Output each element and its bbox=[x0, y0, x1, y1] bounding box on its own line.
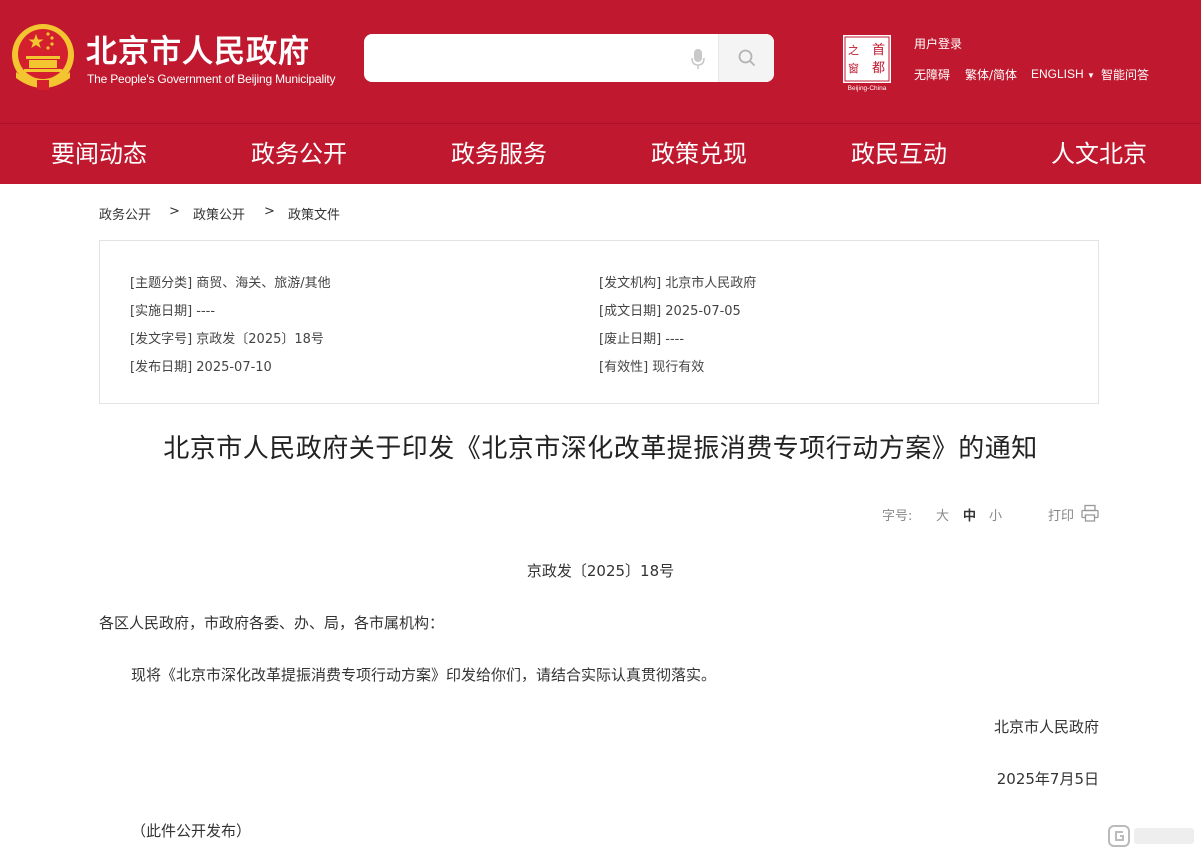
breadcrumb-separator: > bbox=[264, 204, 275, 219]
search-input[interactable] bbox=[374, 43, 674, 73]
font-size-label: 字号: bbox=[882, 509, 913, 524]
body-paragraph: 现将《北京市深化改革提振消费专项行动方案》印发给你们，请结合实际认真贯彻落实。 bbox=[131, 666, 717, 684]
english-label: ENGLISH bbox=[1031, 67, 1084, 81]
smart-qa-link[interactable]: 智能问答 bbox=[1101, 66, 1149, 83]
main-nav: 要闻动态 政务公开 政务服务 政策兑现 政民互动 人文北京 bbox=[0, 123, 1201, 184]
voice-search-button[interactable] bbox=[683, 46, 713, 72]
watermark-logo-icon bbox=[1108, 825, 1194, 847]
svg-text:都: 都 bbox=[872, 61, 885, 76]
svg-text:首: 首 bbox=[872, 43, 885, 58]
signature-date: 2025年7月5日 bbox=[996, 770, 1099, 788]
signature: 北京市人民政府 bbox=[993, 718, 1099, 736]
svg-text:之: 之 bbox=[848, 43, 859, 57]
document-title: 北京市人民政府关于印发《北京市深化改革提振消费专项行动方案》的通知 bbox=[163, 434, 1038, 464]
meta-doc-number: [发文字号] 京政发〔2025〕18号 bbox=[130, 332, 324, 347]
nav-item-policy-fulfillment[interactable]: 政策兑现 bbox=[651, 124, 747, 185]
meta-written-date: [成文日期] 2025-07-05 bbox=[599, 304, 741, 319]
nav-item-interaction[interactable]: 政民互动 bbox=[851, 124, 947, 185]
publication-note: （此件公开发布） bbox=[131, 822, 252, 840]
meta-validity: [有效性] 现行有效 bbox=[599, 360, 705, 375]
login-link[interactable]: 用户登录 bbox=[914, 35, 962, 52]
print-icon[interactable] bbox=[1081, 504, 1099, 522]
meta-publish-date: [发布日期] 2025-07-10 bbox=[130, 360, 272, 375]
font-size-large[interactable]: 大 bbox=[936, 505, 949, 524]
doc-number-line: 京政发〔2025〕18号 bbox=[526, 562, 675, 580]
breadcrumb-separator: > bbox=[169, 204, 180, 219]
meta-effective-date: [实施日期] ---- bbox=[130, 304, 216, 319]
breadcrumb-item[interactable]: 政策公开 bbox=[193, 204, 245, 223]
meta-expiry-date: [废止日期] ---- bbox=[599, 332, 685, 347]
dropdown-caret-icon: ▼ bbox=[1087, 71, 1095, 80]
site-subtitle: The People's Government of Beijing Munic… bbox=[87, 72, 336, 86]
font-size-small[interactable]: 小 bbox=[989, 505, 1002, 524]
capital-logo-icon[interactable]: 首 都 之 窗 Beijing-China bbox=[842, 34, 892, 92]
breadcrumb-item[interactable]: 政务公开 bbox=[99, 204, 151, 223]
nav-item-news[interactable]: 要闻动态 bbox=[51, 124, 147, 185]
font-size-medium[interactable]: 中 bbox=[963, 505, 976, 524]
traditional-simplified-link[interactable]: 繁体/简体 bbox=[965, 66, 1017, 83]
national-emblem-icon[interactable] bbox=[10, 22, 76, 94]
nav-item-government-affairs[interactable]: 政务公开 bbox=[251, 124, 347, 185]
capital-logo-caption: Beijing-China bbox=[848, 85, 887, 92]
nav-item-services[interactable]: 政务服务 bbox=[451, 124, 547, 185]
svg-text:窗: 窗 bbox=[848, 61, 859, 75]
nav-item-humanities[interactable]: 人文北京 bbox=[1051, 124, 1147, 185]
english-link[interactable]: ENGLISH ▼ bbox=[1031, 67, 1095, 81]
addressee: 各区人民政府，市政府各委、办、局，各市属机构： bbox=[99, 614, 445, 632]
search-button[interactable] bbox=[719, 34, 774, 82]
meta-issuer: [发文机构] 北京市人民政府 bbox=[599, 276, 757, 291]
microphone-icon bbox=[691, 49, 705, 69]
accessibility-link[interactable]: 无障碍 bbox=[914, 66, 950, 83]
meta-topic: [主题分类] 商贸、海关、旅游/其他 bbox=[130, 276, 331, 291]
document-meta-box: [主题分类] 商贸、海关、旅游/其他 [发文机构] 北京市人民政府 [实施日期]… bbox=[99, 240, 1099, 404]
breadcrumb-item[interactable]: 政策文件 bbox=[288, 204, 340, 223]
print-button[interactable]: 打印 bbox=[1048, 505, 1074, 524]
site-header: 北京市人民政府 The People's Government of Beiji… bbox=[0, 0, 1201, 123]
search-icon bbox=[738, 49, 755, 67]
site-title[interactable]: 北京市人民政府 bbox=[86, 26, 310, 71]
